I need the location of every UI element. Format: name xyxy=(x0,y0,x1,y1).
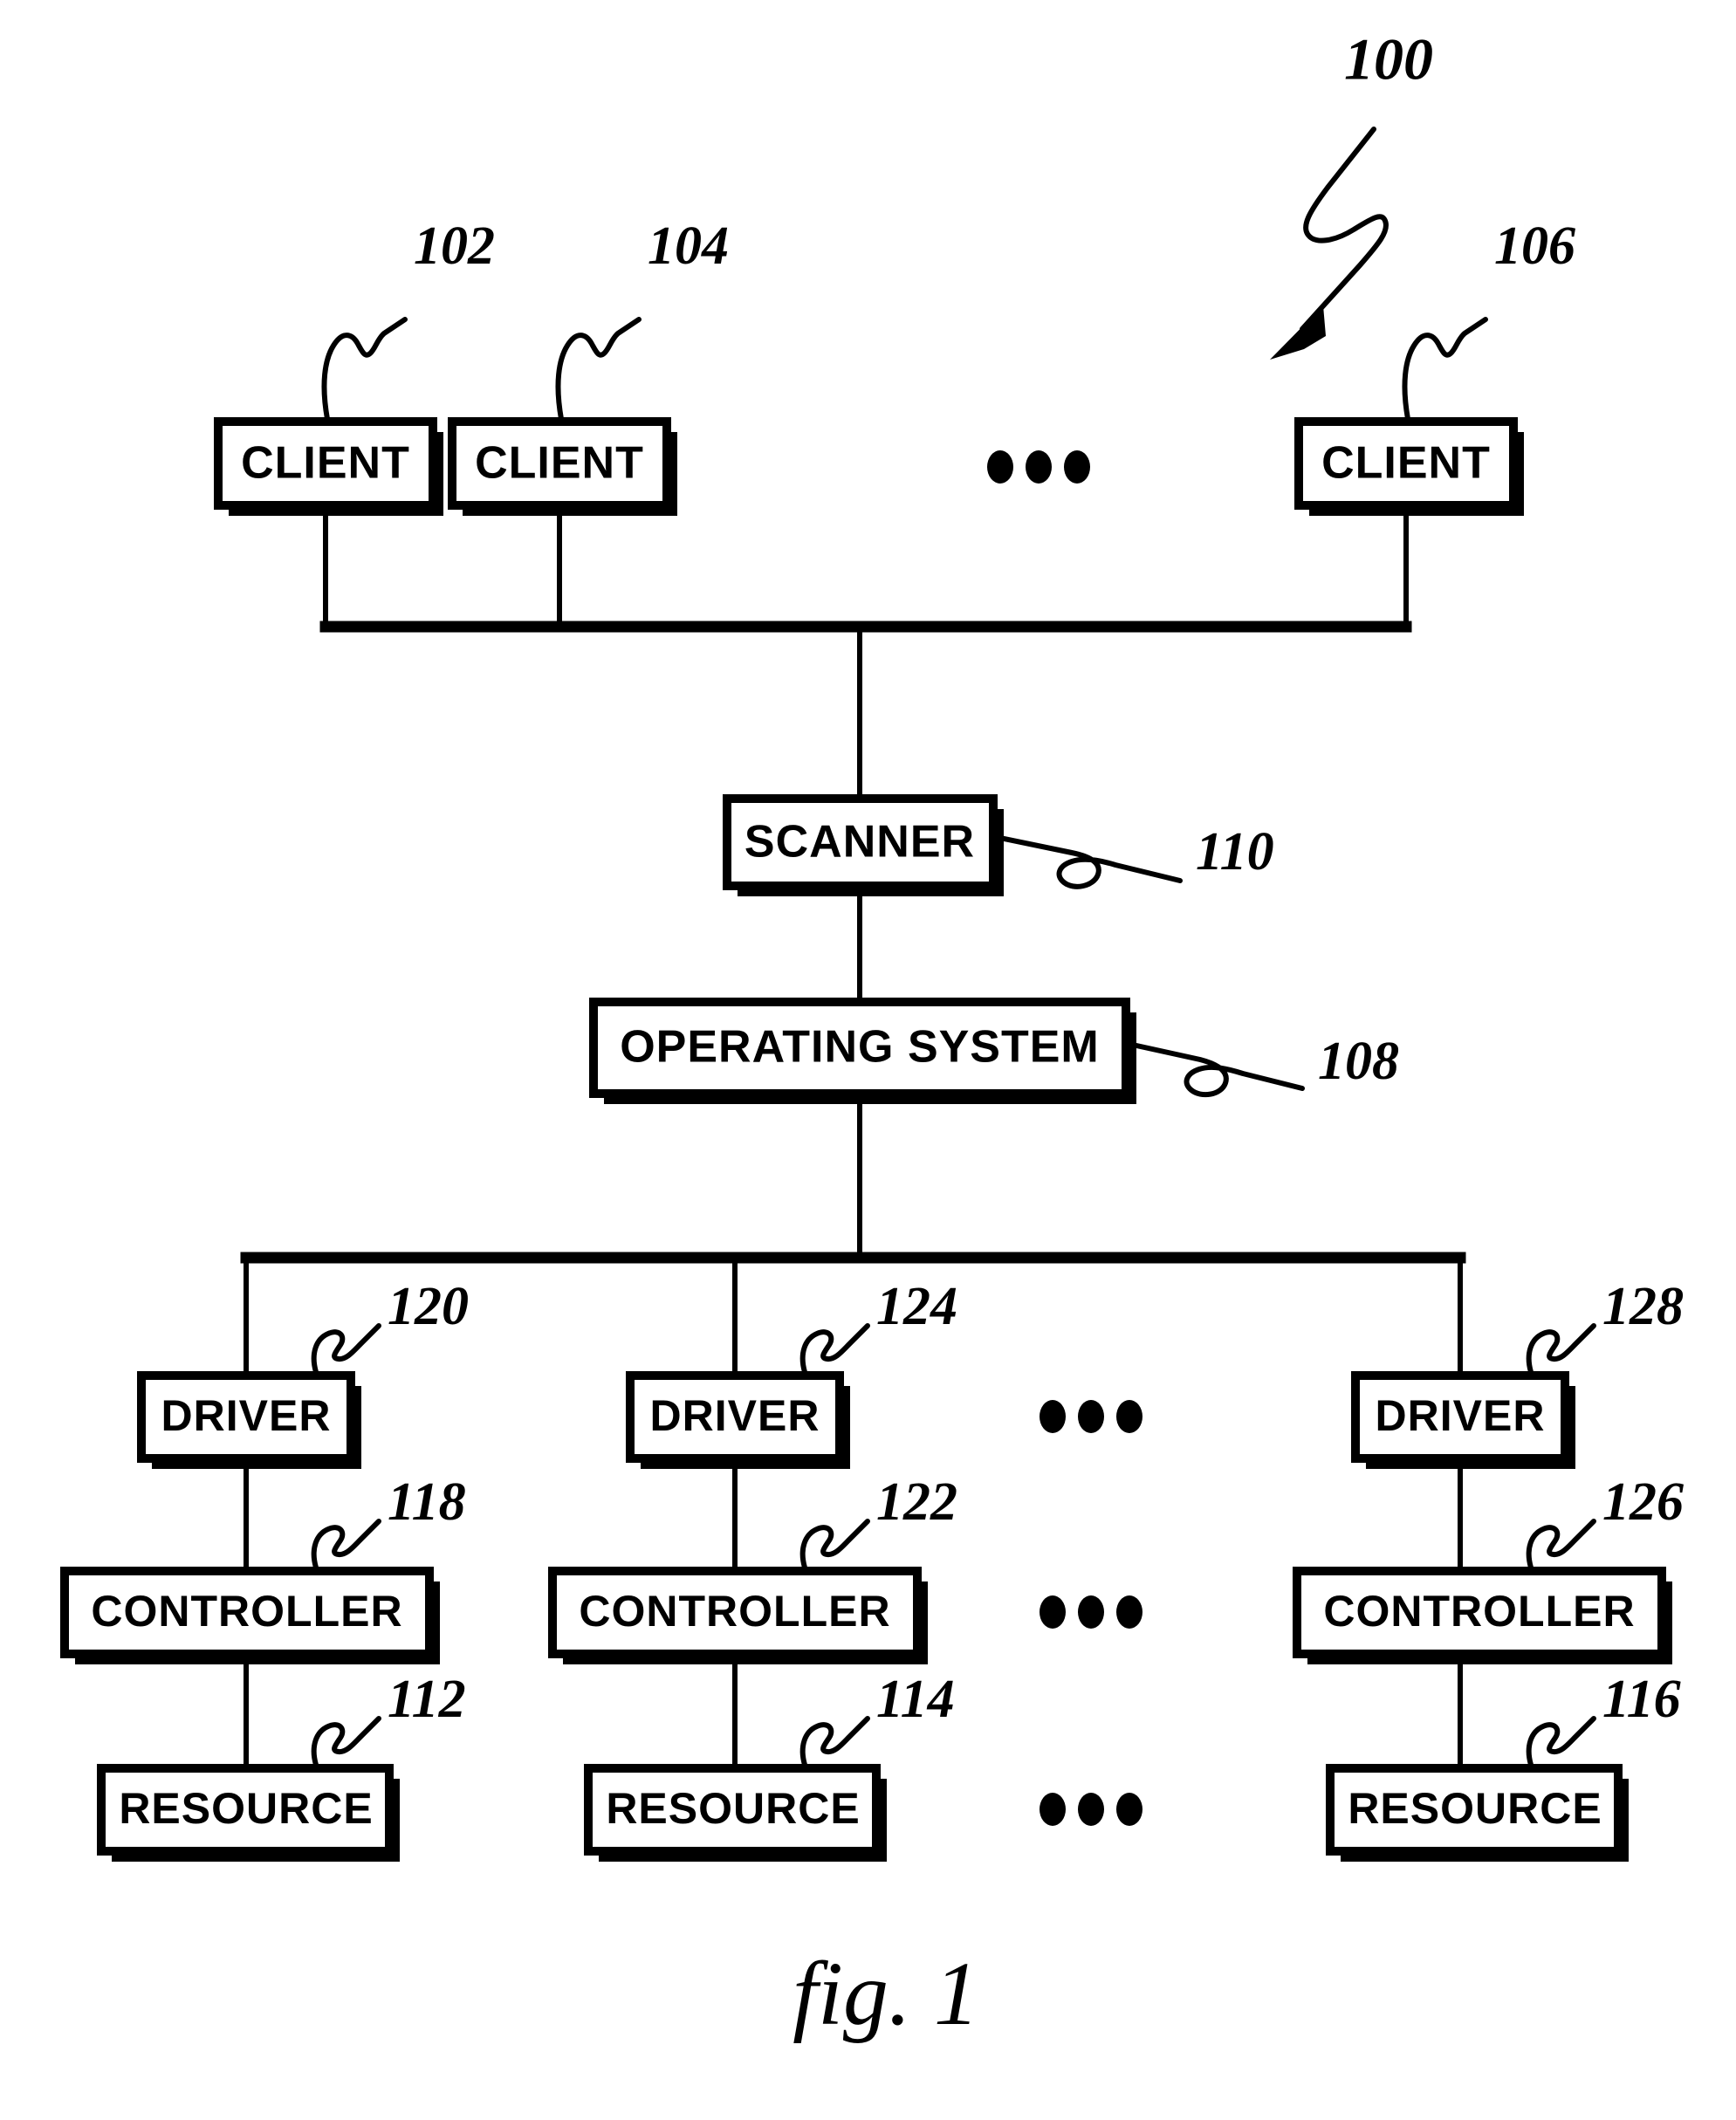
ref-label-122: 122 xyxy=(876,1472,957,1532)
ref-label-110: 110 xyxy=(1196,822,1274,882)
ellipsis-dot xyxy=(1040,1595,1066,1629)
driver-node-124[interactable]: 124 DRIVER xyxy=(626,1277,957,1469)
ellipsis-dot xyxy=(1116,1400,1142,1433)
ellipsis-dot xyxy=(1078,1595,1104,1629)
ref-leader-126 xyxy=(1526,1519,1596,1570)
ref-label-128: 128 xyxy=(1602,1277,1684,1336)
system-callout-100: 100 xyxy=(1270,26,1433,360)
ref-leader-116 xyxy=(1526,1716,1596,1767)
controller-label-122: CONTROLLER xyxy=(579,1587,890,1636)
resource-label-112: RESOURCE xyxy=(119,1784,373,1833)
ref-label-120: 120 xyxy=(388,1277,469,1336)
controller-node-118[interactable]: 118 CONTROLLER xyxy=(60,1472,466,1664)
ref-label-116: 116 xyxy=(1602,1670,1681,1729)
ref-label-112: 112 xyxy=(388,1670,466,1729)
ref-leader-106 xyxy=(1402,317,1488,422)
controllers-ellipsis xyxy=(1040,1595,1142,1629)
scanner-label: SCANNER xyxy=(744,817,975,868)
driver-label-128: DRIVER xyxy=(1376,1391,1546,1440)
ref-label-126: 126 xyxy=(1602,1472,1684,1532)
operating-system-label: OPERATING SYSTEM xyxy=(620,1022,1100,1073)
figure-caption: fig. 1 xyxy=(793,1944,979,2044)
figure-canvas: 100 102 CLIENT 104 CLIENT 106 CLIENT SCA… xyxy=(60,26,1684,2044)
driver-label-124: DRIVER xyxy=(650,1391,820,1440)
system-callout-arrowhead xyxy=(1270,305,1326,360)
ref-leader-128 xyxy=(1526,1323,1596,1375)
ref-leader-122 xyxy=(799,1519,870,1570)
ref-leader-120 xyxy=(311,1323,381,1375)
ellipsis-dot xyxy=(1116,1793,1142,1826)
client-label-102: CLIENT xyxy=(241,438,410,489)
resource-label-116: RESOURCE xyxy=(1348,1784,1602,1833)
device-column-1: 120 DRIVER 118 CONTROLLER 112 RESOURCE xyxy=(60,1258,469,1862)
ref-leader-110 xyxy=(993,834,1183,889)
ellipsis-dot xyxy=(1026,450,1052,484)
ref-label-124: 124 xyxy=(876,1277,957,1336)
controller-node-126[interactable]: 126 CONTROLLER xyxy=(1293,1472,1684,1664)
ref-label-104: 104 xyxy=(648,216,729,276)
ref-leader-118 xyxy=(311,1519,381,1570)
resource-label-114: RESOURCE xyxy=(606,1784,860,1833)
system-callout-squiggle-arrow xyxy=(1300,127,1389,332)
scanner-node-110[interactable]: SCANNER 110 xyxy=(723,794,1274,1002)
ref-leader-102 xyxy=(321,317,408,422)
ref-label-102: 102 xyxy=(414,216,495,276)
ref-leader-108 xyxy=(1126,1041,1305,1098)
ellipsis-dot xyxy=(987,450,1013,484)
ref-leader-104 xyxy=(555,317,642,422)
controller-label-126: CONTROLLER xyxy=(1323,1587,1635,1636)
ref-label-118: 118 xyxy=(388,1472,466,1532)
resources-ellipsis xyxy=(1040,1793,1142,1826)
controller-label-118: CONTROLLER xyxy=(91,1587,402,1636)
ellipsis-dot xyxy=(1040,1793,1066,1826)
resource-node-114[interactable]: 114 RESOURCE xyxy=(584,1670,955,1862)
ellipsis-dot xyxy=(1116,1595,1142,1629)
ref-leader-114 xyxy=(799,1716,870,1767)
device-column-3: 128 DRIVER 126 CONTROLLER 116 RESOURCE xyxy=(1293,1258,1684,1862)
ref-label-114: 114 xyxy=(876,1670,955,1729)
system-ref-100: 100 xyxy=(1344,26,1433,93)
resource-node-112[interactable]: 112 RESOURCE xyxy=(97,1670,466,1862)
client-node-104[interactable]: 104 CLIENT xyxy=(448,216,729,627)
device-column-2: 124 DRIVER 122 CONTROLLER 114 RESOURCE xyxy=(548,1258,957,1862)
controller-node-122[interactable]: 122 CONTROLLER xyxy=(548,1472,957,1664)
ellipsis-dot xyxy=(1078,1400,1104,1433)
resource-node-116[interactable]: 116 RESOURCE xyxy=(1326,1670,1681,1862)
client-node-106[interactable]: 106 CLIENT xyxy=(1294,216,1575,627)
ref-label-108: 108 xyxy=(1318,1032,1399,1091)
driver-node-128[interactable]: 128 DRIVER xyxy=(1351,1277,1684,1469)
ref-label-106: 106 xyxy=(1494,216,1575,276)
ref-leader-112 xyxy=(311,1716,381,1767)
patent-figure-1: 100 102 CLIENT 104 CLIENT 106 CLIENT SCA… xyxy=(0,0,1736,2120)
driver-label-120: DRIVER xyxy=(161,1391,332,1440)
ref-leader-124 xyxy=(799,1323,870,1375)
clients-ellipsis xyxy=(987,450,1090,484)
driver-node-120[interactable]: 120 DRIVER xyxy=(137,1277,469,1469)
client-label-104: CLIENT xyxy=(475,438,644,489)
ellipsis-dot xyxy=(1040,1400,1066,1433)
ellipsis-dot xyxy=(1064,450,1090,484)
operating-system-node-108[interactable]: OPERATING SYSTEM 108 xyxy=(589,998,1399,1258)
client-label-106: CLIENT xyxy=(1321,438,1491,489)
drivers-ellipsis xyxy=(1040,1400,1142,1433)
ellipsis-dot xyxy=(1078,1793,1104,1826)
